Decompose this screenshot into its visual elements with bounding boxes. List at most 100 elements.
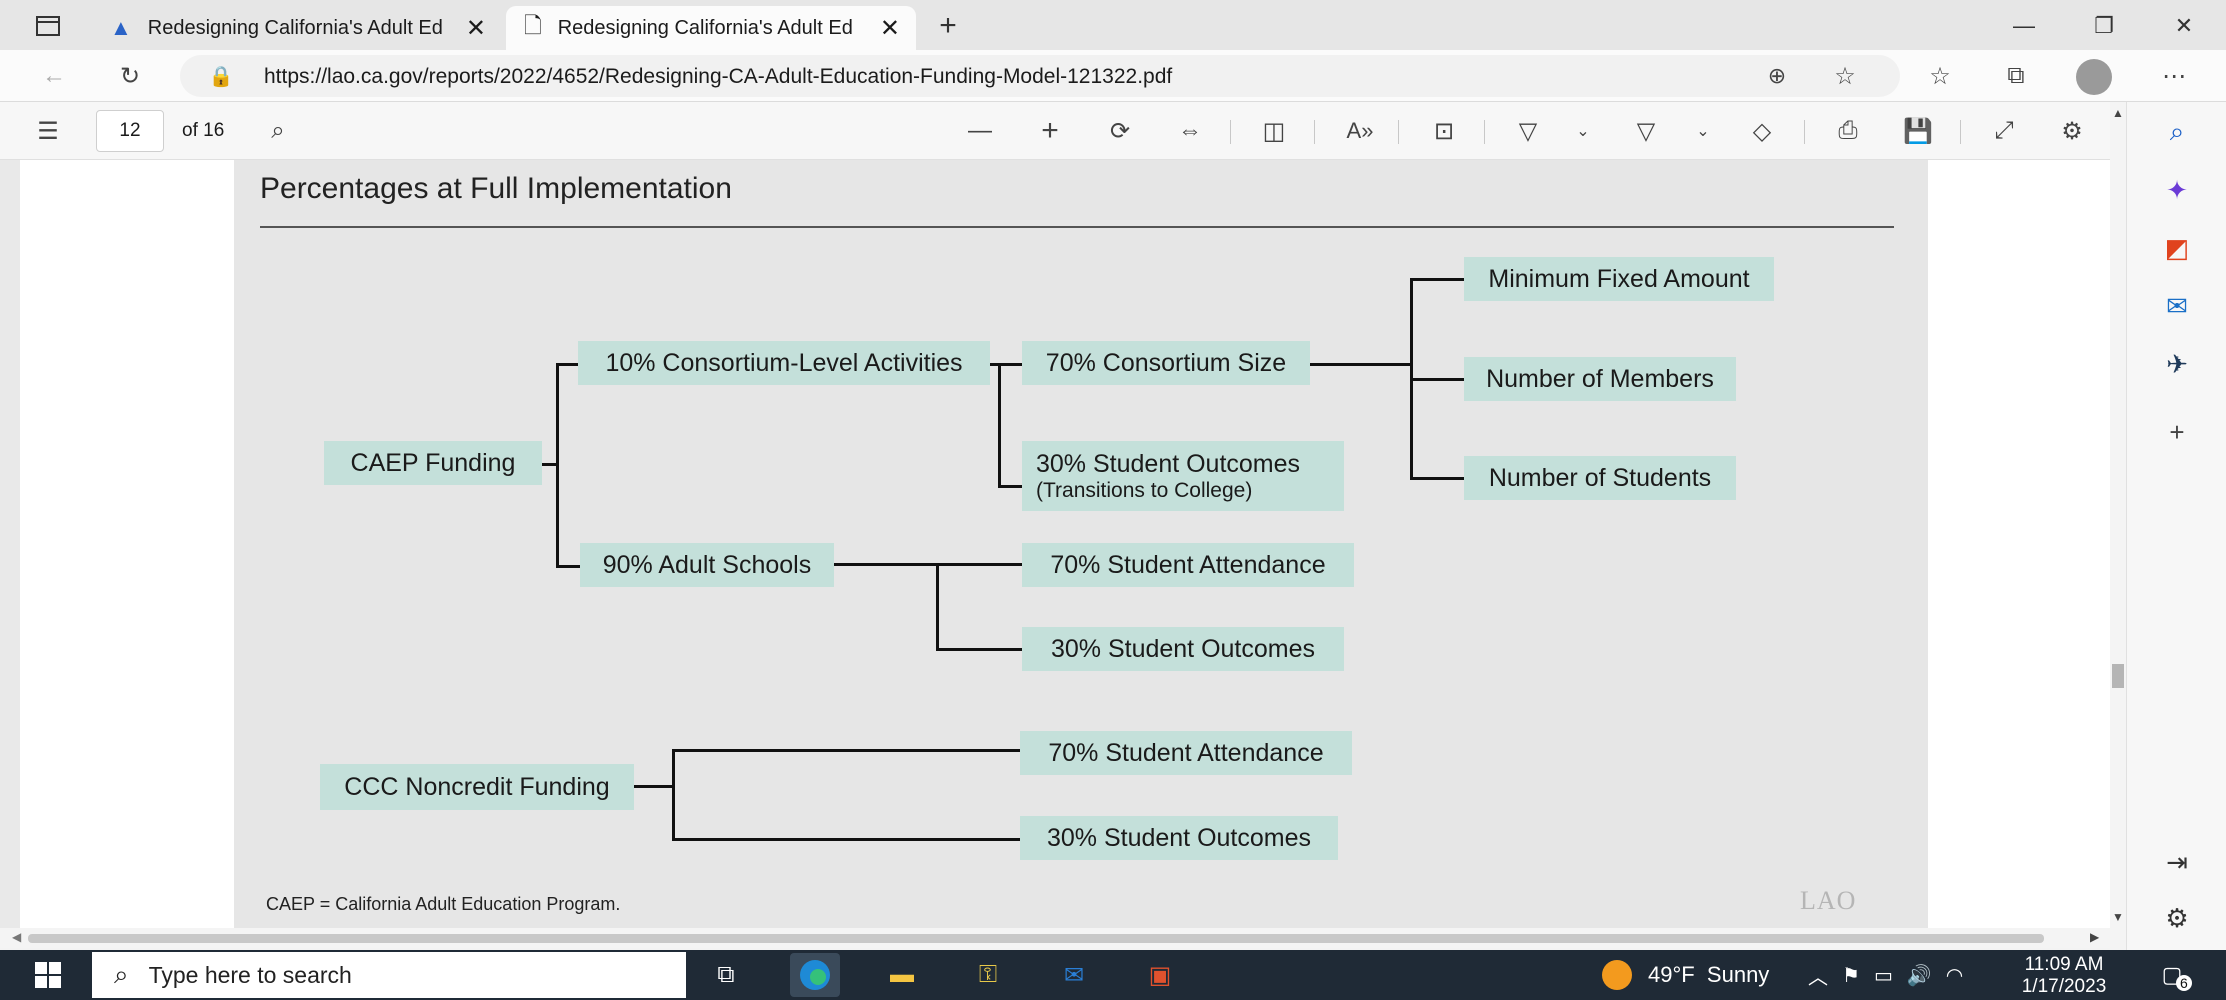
tab-actions-icon[interactable] — [28, 10, 68, 42]
separator — [1804, 120, 1805, 144]
task-view-icon[interactable]: ⧉ — [704, 955, 748, 995]
outlook-icon[interactable]: ✉ — [1052, 955, 1096, 995]
highlight-icon[interactable]: ▽ — [1626, 114, 1666, 148]
connector-line — [936, 648, 1024, 651]
separator — [1484, 120, 1485, 144]
pdf-toolbar: ☰ 12 of 16 ⌕ — + ⟳ ⇔ ◫ A» ⊡ ▽ ⌄ ▽ ⌄ ◇ ⎙ … — [0, 102, 2110, 160]
scroll-up-icon[interactable]: ▲ — [2112, 106, 2124, 120]
save-icon[interactable]: 💾 — [1898, 114, 1938, 148]
scroll-thumb[interactable] — [28, 934, 2044, 943]
avatar[interactable] — [2076, 59, 2112, 95]
read-aloud-icon[interactable]: A» — [1340, 114, 1380, 148]
more-icon[interactable]: ⋯ — [2154, 58, 2194, 94]
search-icon[interactable]: ⌕ — [258, 114, 298, 148]
node-student-attendance: 70% Student Attendance — [1022, 543, 1354, 587]
node-number-of-students: Number of Students — [1464, 456, 1736, 500]
fullscreen-icon[interactable]: ⤢ — [1984, 114, 2024, 148]
url-text: https://lao.ca.gov/reports/2022/4652/Red… — [264, 65, 1173, 88]
separator — [1398, 120, 1399, 144]
add-favorite-icon[interactable]: ☆ — [1828, 59, 1862, 93]
system-tray-icons[interactable]: ︿ ⚑ ▭ 🔊 ◠ — [1808, 950, 1963, 1000]
node-number-of-members: Number of Members — [1464, 357, 1736, 401]
lao-logo: LAO — [1800, 886, 1857, 915]
close-icon[interactable]: ✕ — [880, 14, 900, 43]
close-icon[interactable]: ✕ — [466, 14, 486, 43]
node-label: 30% Student Outcomes — [1036, 449, 1301, 478]
text-box-icon[interactable]: ⊡ — [1424, 114, 1464, 148]
tab-inactive[interactable]: ▲ Redesigning California's Adult Ed ✕ — [92, 6, 502, 50]
pdf-tab-icon: ▲ — [110, 15, 132, 40]
print-icon[interactable]: ⎙ — [1828, 114, 1868, 148]
scroll-thumb[interactable] — [2112, 664, 2124, 688]
connector-line — [998, 485, 1024, 488]
outlook-icon[interactable]: ✉ — [2153, 286, 2201, 326]
connector-line — [672, 838, 1022, 841]
connector-line — [632, 785, 674, 788]
copilot-sparkle-icon[interactable]: ✦ — [2153, 170, 2201, 210]
chevron-down-icon[interactable]: ⌄ — [1688, 114, 1718, 148]
eraser-icon[interactable]: ◇ — [1742, 114, 1782, 148]
node-adult-schools: 90% Adult Schools — [580, 543, 834, 587]
zoom-in-icon[interactable]: + — [1030, 114, 1070, 148]
node-caep-funding: CAEP Funding — [324, 441, 542, 485]
scroll-down-icon[interactable]: ▼ — [2112, 910, 2124, 924]
connector-line — [1410, 378, 1466, 381]
chevron-down-icon[interactable]: ⌄ — [1568, 114, 1598, 148]
add-icon[interactable]: + — [2153, 412, 2201, 452]
connector-line — [936, 563, 1024, 566]
separator — [1960, 120, 1961, 144]
office-icon[interactable]: ◩ — [2153, 228, 2201, 268]
app-icon[interactable]: ⚿ — [966, 955, 1010, 995]
tab-title: Redesigning California's Adult Ed — [557, 16, 853, 39]
edge-sidebar: ⌕ ✦ ◩ ✉ ✈ + ⇥ ⚙ — [2126, 102, 2226, 954]
new-tab-icon[interactable]: + — [928, 8, 968, 44]
volume-icon: 🔊 — [1906, 964, 1932, 987]
rotate-icon[interactable]: ⟳ — [1100, 114, 1140, 148]
zoom-out-icon[interactable]: — — [960, 114, 1000, 148]
windows-taskbar: ⌕ Type here to search ⧉ ▬ ⚿ ✉ ▣ 49°F Sun… — [0, 950, 2226, 1000]
zoom-icon[interactable]: ⊕ — [1760, 59, 1794, 93]
notification-icon[interactable]: ▢ 6 — [2150, 955, 2194, 995]
windows-start-icon[interactable] — [26, 955, 70, 995]
taskbar-search[interactable]: ⌕ Type here to search — [92, 952, 686, 998]
weather-widget[interactable]: 49°F Sunny — [1602, 950, 1769, 1000]
connector-line — [672, 749, 675, 841]
page-number-input[interactable]: 12 — [96, 110, 164, 152]
clock[interactable]: 11:09 AM 1/17/2023 — [2014, 954, 2114, 998]
hide-sidebar-icon[interactable]: ⇥ — [2153, 842, 2201, 882]
gear-icon[interactable]: ⚙ — [2052, 114, 2092, 148]
minimize-icon[interactable]: — — [2004, 8, 2044, 44]
gear-icon[interactable]: ⚙ — [2153, 898, 2201, 938]
tab-active[interactable]: 🗋 Redesigning California's Adult Ed ✕ — [506, 6, 916, 50]
games-icon[interactable]: ✈ — [2153, 344, 2201, 384]
favorites-icon[interactable]: ☆ — [1920, 58, 1960, 94]
connector-line — [1410, 477, 1466, 480]
scroll-left-icon[interactable]: ◀ — [12, 930, 21, 944]
page-total: of 16 — [182, 120, 225, 141]
url-field[interactable]: 🔒 https://lao.ca.gov/reports/2022/4652/R… — [180, 55, 1900, 97]
node-minimum-fixed-amount: Minimum Fixed Amount — [1464, 257, 1774, 301]
horizontal-scrollbar[interactable]: ◀ ▶ — [0, 928, 2110, 948]
fit-width-icon[interactable]: ⇔ — [1170, 114, 1210, 148]
search-icon[interactable]: ⌕ — [2153, 112, 2201, 152]
restore-icon[interactable]: ❐ — [2084, 8, 2124, 44]
page-view-icon[interactable]: ◫ — [1254, 114, 1294, 148]
separator — [1230, 120, 1231, 144]
collections-icon[interactable]: ⧉ — [1996, 58, 2036, 94]
notification-count: 6 — [2176, 975, 2192, 991]
search-icon: ⌕ — [114, 959, 129, 989]
window-close-icon[interactable]: ✕ — [2164, 8, 2204, 44]
chevron-up-icon[interactable]: ︿ — [1808, 961, 1828, 990]
network-icon: ⚑ — [1842, 964, 1860, 987]
draw-icon[interactable]: ▽ — [1508, 114, 1548, 148]
connector-line — [990, 363, 1024, 366]
scroll-right-icon[interactable]: ▶ — [2090, 930, 2099, 944]
vertical-scrollbar[interactable]: ▲ ▼ — [2110, 102, 2126, 940]
back-icon[interactable]: ← — [34, 58, 74, 94]
contents-icon[interactable]: ☰ — [28, 114, 68, 148]
refresh-icon[interactable]: ↻ — [110, 58, 150, 94]
edge-icon[interactable] — [790, 953, 840, 997]
powerpoint-icon[interactable]: ▣ — [1138, 955, 1182, 995]
connector-line — [998, 363, 1001, 487]
file-explorer-icon[interactable]: ▬ — [880, 955, 924, 995]
